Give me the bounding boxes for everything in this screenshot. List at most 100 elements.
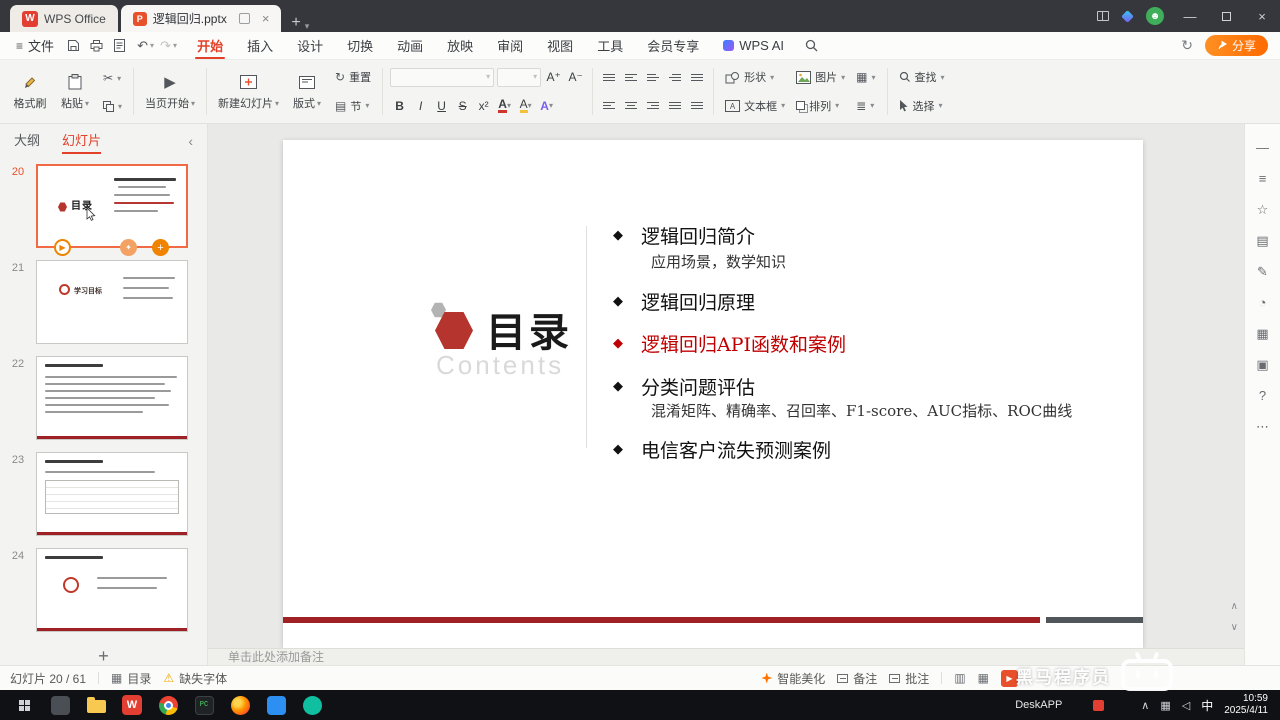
cloud-sync-icon[interactable]: ↻ (1181, 37, 1193, 54)
cut-button[interactable]: ✂ ▾ (99, 70, 126, 86)
align-center-button[interactable] (622, 98, 640, 114)
font-color-button[interactable]: A ▾ (495, 96, 514, 115)
bold-button[interactable]: B (390, 96, 409, 115)
chart-panel-icon[interactable]: ▦ (1245, 318, 1280, 349)
help-icon[interactable]: ? (1245, 380, 1280, 411)
italic-button[interactable]: I (411, 96, 430, 115)
ai-beautify-button[interactable]: 智能美化 (761, 670, 825, 687)
search-icon[interactable] (796, 32, 826, 59)
firefox-icon[interactable] (224, 690, 256, 720)
tab-wps-ai[interactable]: WPS AI (711, 32, 796, 59)
member-gem-icon[interactable] (1121, 9, 1134, 23)
missing-fonts-warning[interactable]: ⚠ 缺失字体 (163, 670, 227, 687)
start-button[interactable] (8, 690, 40, 720)
image-panel-icon[interactable]: ▣ (1245, 349, 1280, 380)
tab-home[interactable]: 开始 (185, 32, 235, 59)
slideshow-play-button[interactable]: ▶ (1001, 669, 1018, 687)
reset-button[interactable]: ↻ 重置 (331, 68, 375, 86)
tab-slides[interactable]: 幻灯片 (62, 124, 102, 158)
section-indicator[interactable]: ▦ 目录 (111, 670, 151, 687)
underline-button[interactable]: U (432, 96, 451, 115)
align-right-button[interactable] (644, 98, 662, 114)
tab-animation[interactable]: 动画 (385, 32, 435, 59)
redo-chevron-icon[interactable]: ▾ (173, 41, 177, 50)
layout-panel-icon[interactable]: ▤ (1245, 225, 1280, 256)
wps-taskbar-icon[interactable]: W (116, 690, 148, 720)
normal-view-icon[interactable]: ▥ (954, 671, 965, 685)
format-painter-button[interactable]: 格式刷 (9, 63, 51, 120)
close-window-button[interactable]: × (1244, 0, 1280, 32)
bullet-list-button[interactable] (600, 69, 618, 85)
increase-font-button[interactable]: A⁺ (544, 68, 563, 87)
more-icon[interactable]: ⋯ (1245, 411, 1280, 442)
star-icon[interactable]: ☆ (1245, 194, 1280, 225)
taskbar-app-2[interactable] (260, 690, 292, 720)
chrome-icon[interactable] (152, 690, 184, 720)
section-button[interactable]: ▤ 节 ▾ (331, 97, 375, 115)
find-button[interactable]: 查找 ▾ (895, 68, 949, 86)
decrease-indent-button[interactable] (644, 69, 662, 85)
quick-add-slide-button[interactable]: + (152, 239, 169, 256)
notes-placeholder[interactable]: 单击此处添加备注 (208, 648, 1244, 665)
select-button[interactable]: 选择 ▾ (895, 97, 949, 115)
window-layout-icon[interactable] (1097, 11, 1109, 21)
smartart-button[interactable]: ▦ ▾ (852, 69, 879, 85)
strikethrough-button[interactable]: S (453, 96, 472, 115)
export-pdf-button[interactable] (108, 39, 131, 52)
scroll-up-icon[interactable]: ∧ (1231, 601, 1238, 612)
print-button[interactable] (85, 39, 108, 52)
user-avatar[interactable]: ☻ (1146, 7, 1164, 25)
tab-preview-icon[interactable] (238, 13, 250, 24)
tab-list-chevron-icon[interactable]: ▾ (305, 21, 310, 32)
pycharm-icon[interactable]: PC (188, 690, 220, 720)
textbox-button[interactable]: A 文本框 ▾ (721, 97, 789, 115)
tab-design[interactable]: 设计 (285, 32, 335, 59)
font-family-combo[interactable] (390, 67, 495, 87)
superscript-button[interactable]: x² (474, 96, 493, 115)
slide-sorter-icon[interactable]: ▦ (978, 671, 989, 685)
color-scheme-icon[interactable]: ◔ (1245, 287, 1280, 318)
new-tab-button[interactable]: + (291, 14, 300, 32)
slide-thumbnail-24[interactable] (36, 548, 188, 632)
ai-beautify-button[interactable]: ✦ (120, 239, 137, 256)
justify-button[interactable] (666, 98, 684, 114)
scroll-down-icon[interactable]: ∨ (1231, 622, 1238, 633)
slide-thumbnail-21[interactable]: 学习目标 (36, 260, 188, 344)
tab-review[interactable]: 审阅 (485, 32, 535, 59)
copy-button[interactable]: ▾ (99, 100, 126, 113)
notes-button[interactable]: 备注 (837, 670, 877, 687)
align-left-button[interactable] (600, 98, 618, 114)
comments-button[interactable]: 批注 (889, 670, 929, 687)
slide-layout-button[interactable]: 版式 ▾ (286, 63, 328, 120)
paste-button[interactable]: 粘贴 ▾ (54, 63, 96, 120)
slide-thumbnail-20[interactable]: 目录 (36, 164, 188, 248)
maximize-window-button[interactable] (1208, 0, 1244, 32)
tab-tools[interactable]: 工具 (585, 32, 635, 59)
tab-outline[interactable]: 大纲 (14, 124, 40, 158)
wps-home-tab[interactable]: W WPS Office (10, 5, 118, 32)
tab-view[interactable]: 视图 (535, 32, 585, 59)
highlight-color-button[interactable]: A ▾ (516, 96, 535, 115)
properties-icon[interactable]: ≡ (1245, 163, 1280, 194)
slide-thumbnail-23[interactable] (36, 452, 188, 536)
tab-transitions[interactable]: 切换 (335, 32, 385, 59)
edit-tools-icon[interactable]: ✎ (1245, 256, 1280, 287)
decrease-font-button[interactable]: A⁻ (566, 68, 585, 87)
collapse-ribbon-icon[interactable]: — (1245, 132, 1280, 163)
play-from-current-button[interactable]: ▶ 当页开始 ▾ (141, 63, 199, 120)
tray-expand-chevron[interactable]: ∧ (1141, 699, 1149, 712)
slide-thumbnail-22[interactable] (36, 356, 188, 440)
new-slide-button[interactable]: 新建幻灯片 ▾ (214, 63, 283, 120)
document-tab[interactable]: P 逻辑回归.pptx × (120, 5, 282, 32)
font-size-combo[interactable] (497, 67, 542, 87)
deskapp-label[interactable]: DeskAPP (1015, 699, 1062, 711)
input-method-indicator[interactable]: 中 (1201, 697, 1213, 714)
collapse-panel-icon[interactable]: ‹ (188, 133, 193, 149)
share-button[interactable]: 分享 (1204, 35, 1268, 56)
numbered-list-button[interactable] (622, 69, 640, 85)
file-menu-button[interactable]: ≡ 文件 (8, 36, 62, 55)
align-objects-button[interactable]: ≣ ▾ (852, 98, 879, 114)
taskbar-clock[interactable]: 10:59 2025/4/11 (1224, 693, 1268, 718)
preview-play-button[interactable]: ▶ (54, 239, 71, 256)
line-spacing-button[interactable] (688, 69, 706, 85)
